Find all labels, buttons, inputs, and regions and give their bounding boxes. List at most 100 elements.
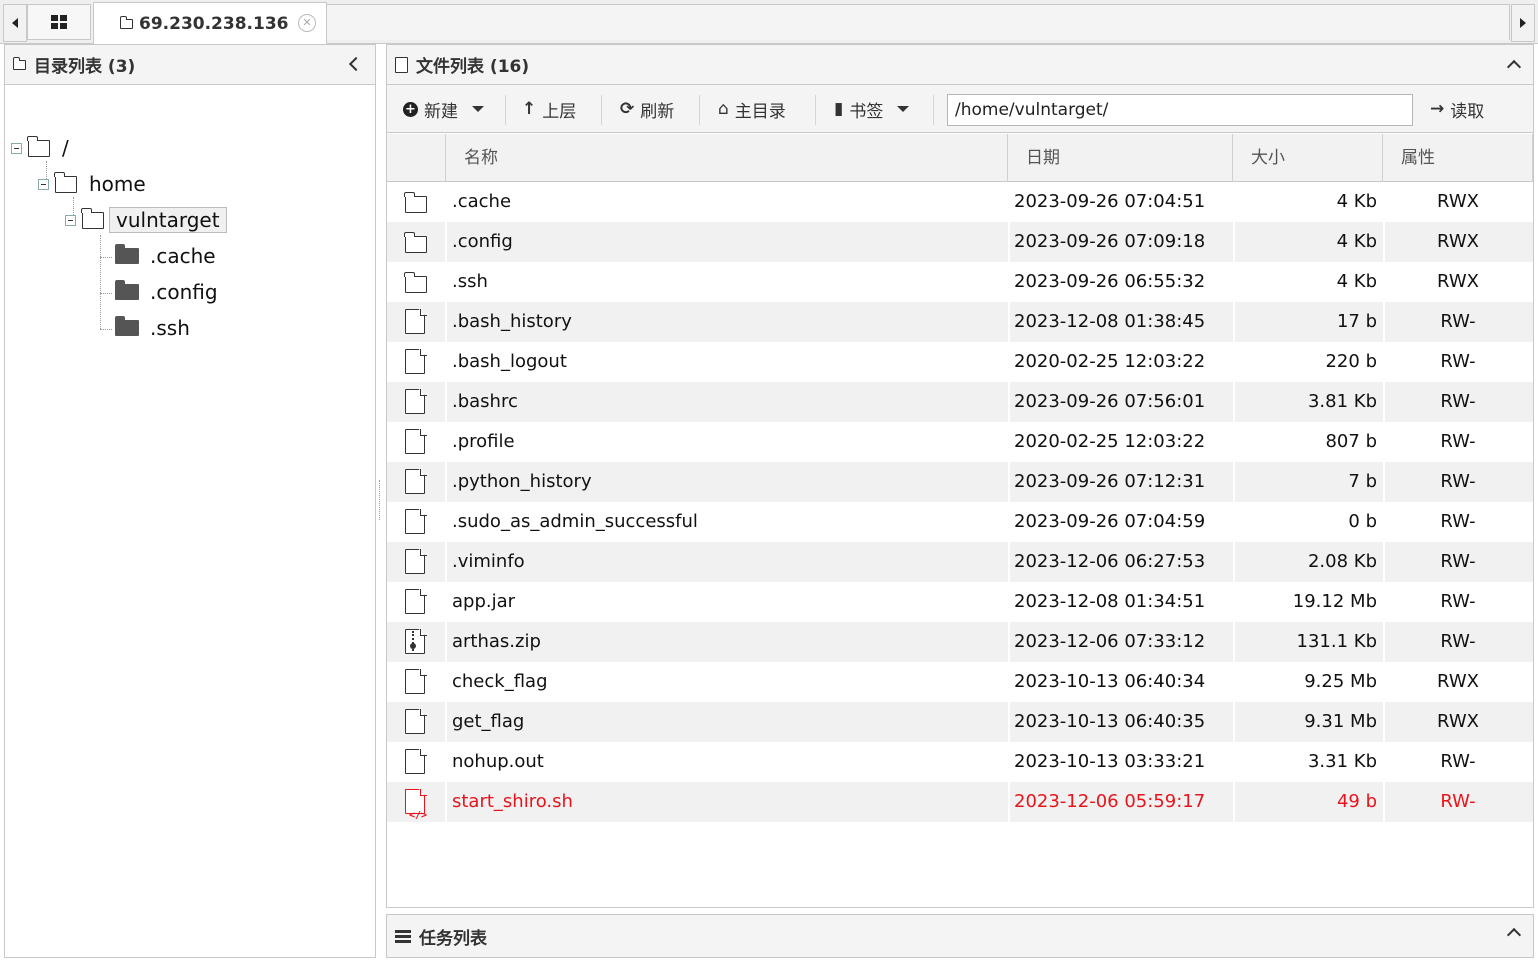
file-row[interactable]: .bash_logout 2020-02-25 12:03:22 220 b RW- bbox=[387, 342, 1533, 382]
column-separator bbox=[1233, 382, 1235, 422]
file-attr: RW- bbox=[1440, 791, 1476, 812]
folder-icon bbox=[12, 57, 26, 70]
column-separator bbox=[1008, 342, 1010, 382]
file-row[interactable]: app.jar 2023-12-08 01:34:51 19.12 Mb RW- bbox=[387, 582, 1533, 622]
column-header-date[interactable]: 日期 bbox=[1008, 134, 1233, 182]
collapse-icon[interactable] bbox=[38, 178, 49, 190]
file-attr: RWX bbox=[1437, 271, 1479, 292]
home-grid-tab[interactable] bbox=[27, 4, 91, 40]
tree-node-cache[interactable]: .cache bbox=[115, 242, 216, 270]
home-label: 主目录 bbox=[734, 101, 786, 122]
file-row[interactable]: .cache 2023-09-26 07:04:51 4 Kb RWX bbox=[387, 182, 1533, 222]
file-date: 2023-10-13 06:40:35 bbox=[1014, 711, 1206, 732]
file-size: 49 b bbox=[1336, 791, 1377, 812]
file-icon bbox=[395, 56, 408, 73]
file-size: 0 b bbox=[1348, 511, 1377, 532]
panel-splitter[interactable] bbox=[377, 480, 383, 520]
column-separator bbox=[445, 382, 447, 422]
column-separator bbox=[1008, 662, 1010, 702]
tab-bar: 69.230.238.136 ✕ bbox=[0, 0, 1538, 44]
column-separator bbox=[1233, 422, 1235, 462]
new-button[interactable]: + 新建 bbox=[403, 85, 484, 133]
tab-host-label: 69.230.238.136 bbox=[139, 13, 289, 34]
tab-host[interactable]: 69.230.238.136 ✕ bbox=[93, 2, 327, 44]
list-icon bbox=[395, 929, 411, 943]
tree-node-config[interactable]: .config bbox=[115, 278, 218, 306]
column-separator bbox=[445, 222, 447, 262]
tree-node-ssh[interactable]: .ssh bbox=[115, 314, 190, 342]
collapse-up-icon[interactable] bbox=[1506, 59, 1522, 75]
refresh-button[interactable]: ⟳ 刷新 bbox=[620, 85, 674, 133]
file-row[interactable]: get_flag 2023-10-13 06:40:35 9.31 Mb RWX bbox=[387, 702, 1533, 742]
up-label: 上层 bbox=[542, 101, 577, 122]
column-separator bbox=[1008, 782, 1010, 822]
new-label: 新建 bbox=[424, 101, 458, 122]
column-separator bbox=[1008, 542, 1010, 582]
folder-icon bbox=[387, 182, 445, 222]
file-row[interactable]: check_flag 2023-10-13 06:40:34 9.25 Mb RWX bbox=[387, 662, 1533, 702]
column-separator bbox=[445, 342, 447, 382]
file-date: 2023-09-26 06:55:32 bbox=[1014, 271, 1206, 292]
file-row[interactable]: .config 2023-09-26 07:09:18 4 Kb RWX bbox=[387, 222, 1533, 262]
tree-node-root[interactable]: / bbox=[11, 134, 69, 162]
file-name: check_flag bbox=[452, 671, 548, 692]
file-name: .profile bbox=[452, 431, 515, 452]
file-size: 19.12 Mb bbox=[1292, 591, 1377, 612]
column-separator bbox=[1008, 302, 1010, 342]
file-row[interactable]: .profile 2020-02-25 12:03:22 807 b RW- bbox=[387, 422, 1533, 462]
path-input[interactable]: /home/vulntarget/ bbox=[947, 94, 1413, 126]
collapse-left-icon[interactable] bbox=[348, 56, 364, 72]
read-label: 读取 bbox=[1450, 101, 1485, 122]
column-separator bbox=[445, 262, 447, 302]
collapse-icon[interactable] bbox=[65, 214, 76, 226]
folder-icon bbox=[387, 222, 445, 262]
file-row[interactable]: .ssh 2023-09-26 06:55:32 4 Kb RWX bbox=[387, 262, 1533, 302]
file-row[interactable]: nohup.out 2023-10-13 03:33:21 3.31 Kb RW- bbox=[387, 742, 1533, 782]
file-row[interactable]: .sudo_as_admin_successful 2023-09-26 07:0… bbox=[387, 502, 1533, 542]
column-separator bbox=[1233, 462, 1235, 502]
home-button[interactable]: ⌂ 主目录 bbox=[718, 85, 786, 133]
file-row[interactable]: arthas.zip 2023-12-06 07:33:12 131.1 Kb RW- bbox=[387, 622, 1533, 662]
file-row[interactable]: .python_history 2023-09-26 07:12:31 7 b RW- bbox=[387, 462, 1533, 502]
directory-panel: 目录列表 (3) / home vulntarget .cache .confi… bbox=[4, 44, 376, 958]
tree-node-home[interactable]: home bbox=[38, 170, 146, 198]
chevron-down-icon bbox=[472, 106, 484, 112]
tab-scroll-left-button[interactable] bbox=[3, 4, 27, 42]
file-row[interactable]: .viminfo 2023-12-06 06:27:53 2.08 Kb RW- bbox=[387, 542, 1533, 582]
file-date: 2023-09-26 07:04:59 bbox=[1014, 511, 1206, 532]
column-header-size[interactable]: 大小 bbox=[1233, 134, 1383, 182]
tree-node-vulntarget[interactable]: vulntarget bbox=[65, 206, 227, 234]
file-size: 131.1 Kb bbox=[1296, 631, 1377, 652]
up-button[interactable]: ↑ 上层 bbox=[522, 85, 576, 133]
file-date: 2023-09-26 07:12:31 bbox=[1014, 471, 1206, 492]
file-row[interactable]: .bashrc 2023-09-26 07:56:01 3.81 Kb RW- bbox=[387, 382, 1533, 422]
zip-file-icon bbox=[387, 622, 445, 662]
file-row[interactable]: </> start_shiro.sh 2023-12-06 05:59:17 49 b… bbox=[387, 782, 1533, 822]
column-separator bbox=[445, 742, 447, 782]
file-date: 2020-02-25 12:03:22 bbox=[1014, 351, 1206, 372]
column-separator bbox=[1008, 262, 1010, 302]
column-separator bbox=[1233, 302, 1235, 342]
arrow-up-icon: ↑ bbox=[522, 99, 537, 119]
bookmark-button[interactable]: ▮ 书签 bbox=[834, 85, 910, 133]
file-row[interactable]: .bash_history 2023-12-08 01:38:45 17 b RW- bbox=[387, 302, 1533, 342]
close-icon[interactable]: ✕ bbox=[298, 14, 316, 32]
column-separator bbox=[1233, 782, 1235, 822]
file-attr: RW- bbox=[1440, 311, 1476, 332]
tab-scroll-right-button[interactable] bbox=[1511, 4, 1535, 42]
file-date: 2023-09-26 07:04:51 bbox=[1014, 191, 1206, 212]
column-header-name[interactable]: 名称 bbox=[446, 134, 1008, 182]
column-separator bbox=[1233, 342, 1235, 382]
column-header-attr[interactable]: 属性 bbox=[1383, 134, 1533, 182]
file-attr: RWX bbox=[1437, 231, 1479, 252]
collapse-icon[interactable] bbox=[11, 142, 22, 154]
column-separator bbox=[1008, 702, 1010, 742]
read-button[interactable]: → 读取 bbox=[1430, 85, 1484, 133]
expand-up-icon[interactable] bbox=[1506, 927, 1522, 943]
file-size: 9.25 Mb bbox=[1304, 671, 1377, 692]
tree-node-label: / bbox=[62, 136, 69, 160]
file-name: .bash_history bbox=[452, 311, 572, 332]
column-separator bbox=[1008, 382, 1010, 422]
file-name: .viminfo bbox=[452, 551, 525, 572]
file-icon bbox=[387, 462, 445, 502]
